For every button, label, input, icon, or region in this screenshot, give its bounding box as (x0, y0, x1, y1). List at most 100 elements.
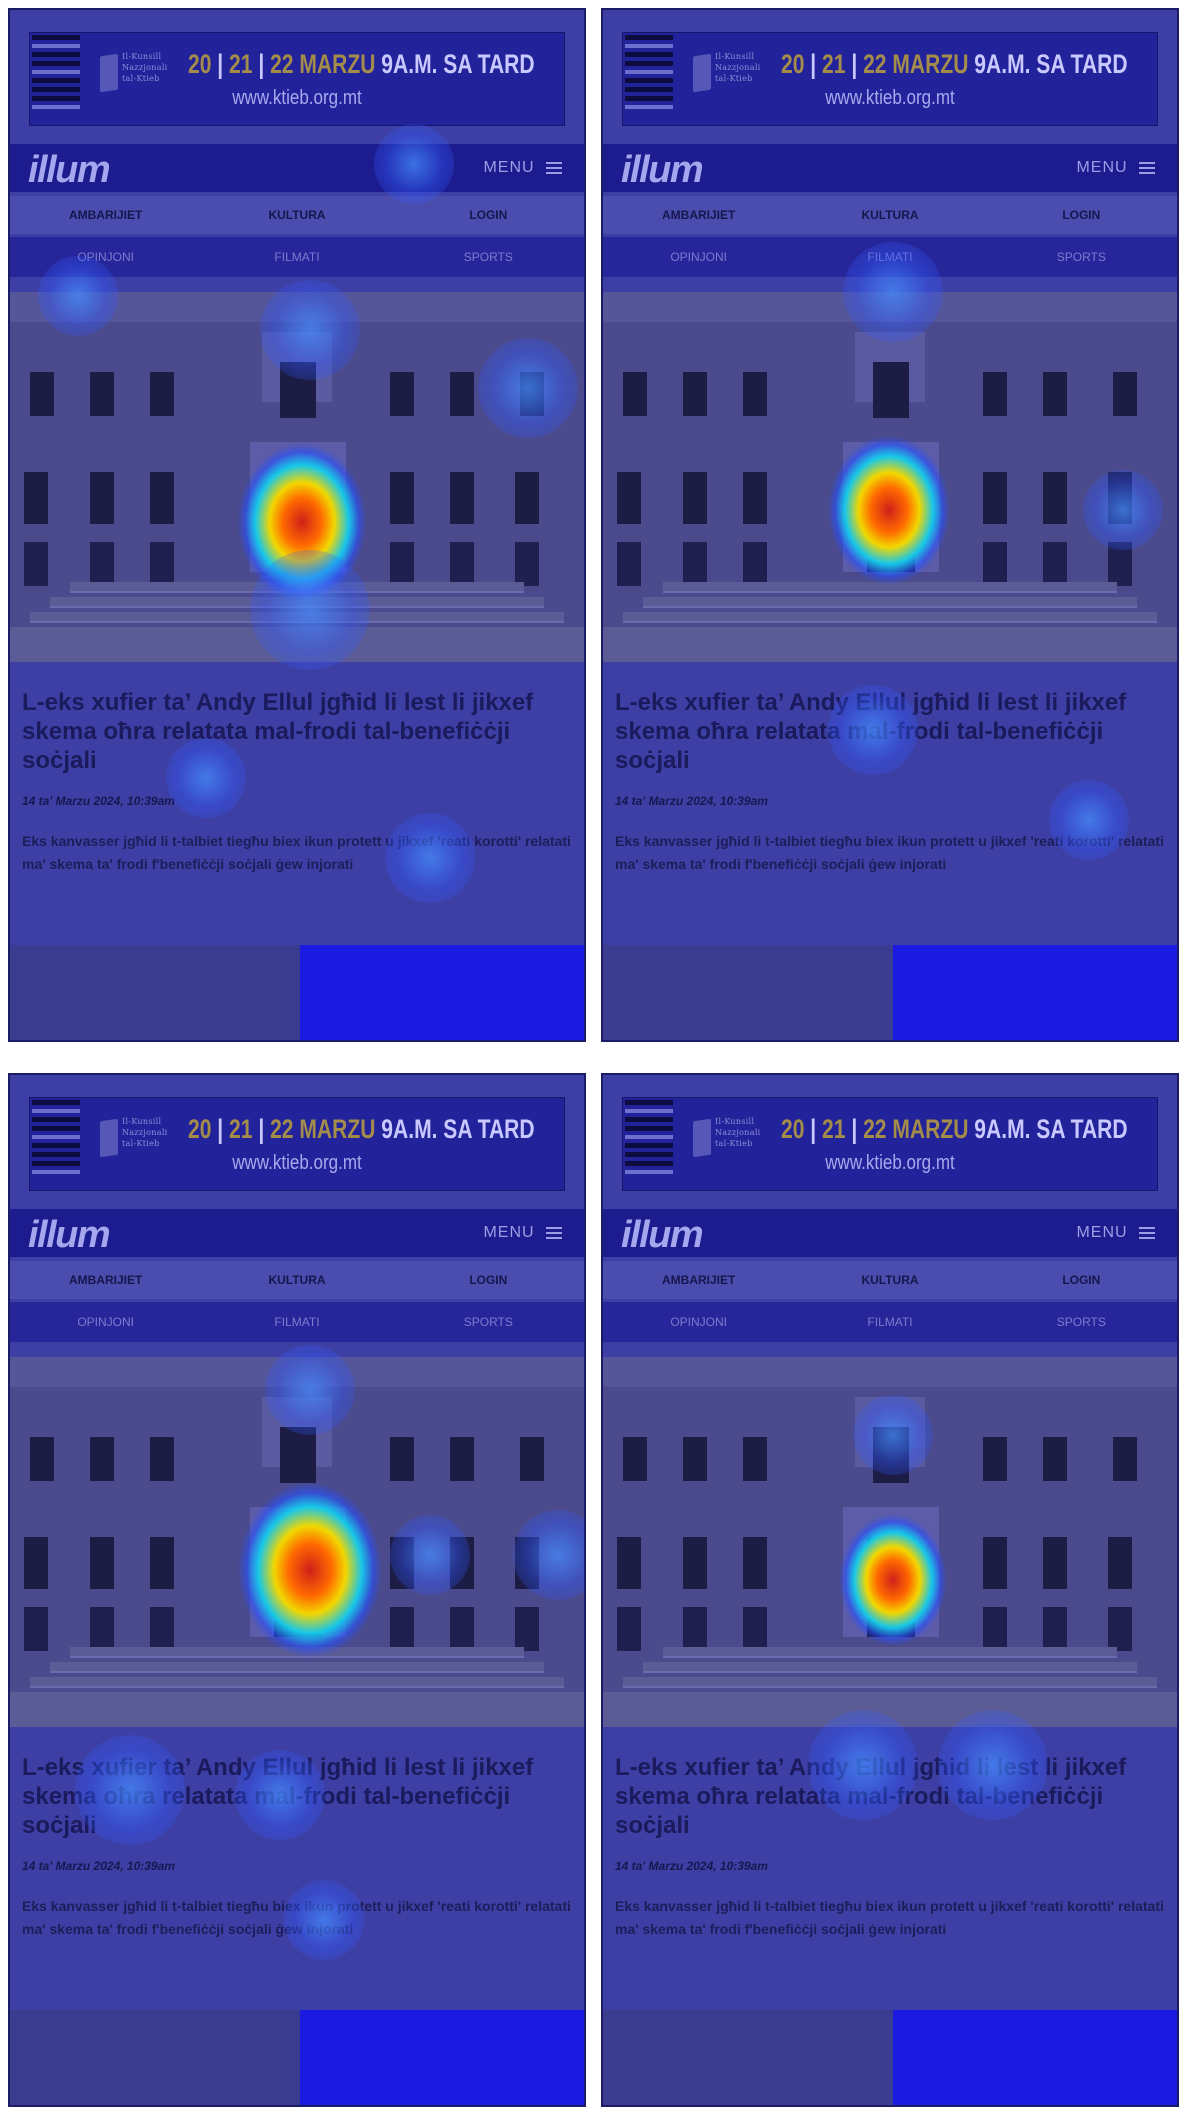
next-article-image[interactable] (603, 2010, 1177, 2105)
nav-link-kultura[interactable]: KULTURA (201, 196, 392, 234)
article-lead: Eks kanvasser jgħid li t-talbiet tiegħu … (22, 1898, 571, 1937)
nav-link-ambarijiet[interactable]: AMBARIJIET (603, 196, 794, 234)
nav-link-login[interactable]: LOGIN (986, 196, 1177, 234)
nav-link-kultura[interactable]: KULTURA (201, 1261, 392, 1299)
menu-label: MENU (1076, 159, 1128, 177)
hamburger-icon (1139, 1224, 1155, 1242)
banner-url[interactable]: www.ktieb.org.mt (70, 1152, 524, 1175)
article-teaser[interactable]: L-eks xufier ta’ Andy Ellul jgħid li les… (603, 662, 1177, 945)
site-header: illum MENU (603, 144, 1177, 192)
article-headline[interactable]: L-eks xufier ta’ Andy Ellul jgħid li les… (22, 1753, 574, 1840)
nav-link-filmati[interactable]: FILMATI (794, 1302, 985, 1342)
nav-link-login[interactable]: LOGIN (393, 1261, 584, 1299)
nav-link-kultura[interactable]: KULTURA (794, 1261, 985, 1299)
nav-link-kultura[interactable]: KULTURA (794, 196, 985, 234)
hamburger-icon (546, 1224, 562, 1242)
nav-row-1: AMBARIJIET KULTURA LOGIN (10, 1261, 584, 1299)
menu-label: MENU (1076, 1224, 1128, 1242)
nav-link-ambarijiet[interactable]: AMBARIJIET (10, 196, 201, 234)
article-date: 14 ta' Marzu 2024, 10:39am (615, 794, 768, 808)
banner-url[interactable]: www.ktieb.org.mt (70, 87, 524, 110)
article-date: 14 ta' Marzu 2024, 10:39am (22, 1859, 175, 1873)
nav-row-1: AMBARIJIET KULTURA LOGIN (603, 196, 1177, 234)
banner-url[interactable]: www.ktieb.org.mt (663, 87, 1117, 110)
nav-link-sports[interactable]: SPORTS (393, 237, 584, 277)
banner-date-3: 22 (863, 1114, 887, 1144)
banner-date-2: 21 (229, 49, 253, 79)
site-logo[interactable]: illum (621, 149, 704, 192)
nav-link-opinjoni[interactable]: OPINJONI (603, 237, 794, 277)
nav-link-login[interactable]: LOGIN (393, 196, 584, 234)
hero-image[interactable] (603, 292, 1177, 662)
nav-row-1: AMBARIJIET KULTURA LOGIN (10, 196, 584, 234)
hamburger-icon (1139, 159, 1155, 177)
banner-organization: Il-Kunsill Nazzjonali tal-Ktieb (715, 1117, 761, 1148)
screenshot-panel-bottom-left: Il-Kunsill Nazzjonali tal-Ktieb 20 | 21 … (8, 1073, 586, 2107)
screenshot-panel-top-right: Il-Kunsill Nazzjonali tal-Ktieb 20 | 21 … (601, 8, 1179, 1042)
nav-link-sports[interactable]: SPORTS (986, 237, 1177, 277)
menu-button[interactable]: MENU (1076, 159, 1155, 177)
banner-organization: Il-Kunsill Nazzjonali tal-Ktieb (122, 1117, 168, 1148)
banner-month: MARZU (892, 1114, 969, 1144)
article-headline[interactable]: L-eks xufier ta’ Andy Ellul jgħid li les… (22, 688, 574, 775)
harbour-photo (603, 2010, 893, 2105)
site-logo[interactable]: illum (28, 1214, 111, 1257)
nav-link-filmati[interactable]: FILMATI (201, 237, 392, 277)
next-article-image[interactable] (10, 945, 584, 1040)
banner-date-1: 20 (781, 1114, 805, 1144)
banner-dates: 20 | 21 | 22 MARZU 9A.M. SA TARD (781, 1114, 1128, 1144)
nav-link-login[interactable]: LOGIN (986, 1261, 1177, 1299)
article-teaser[interactable]: L-eks xufier ta’ Andy Ellul jgħid li les… (603, 1727, 1177, 2010)
hamburger-icon (546, 159, 562, 177)
ad-banner[interactable]: Il-Kunsill Nazzjonali tal-Ktieb 20 | 21 … (29, 1097, 565, 1191)
hero-image[interactable] (10, 1357, 584, 1727)
site-header: illum MENU (10, 144, 584, 192)
banner-date-1: 20 (188, 1114, 212, 1144)
nav-row-2: OPINJONI FILMATI SPORTS (10, 237, 584, 277)
site-header: illum MENU (10, 1209, 584, 1257)
next-article-image[interactable] (603, 945, 1177, 1040)
article-headline[interactable]: L-eks xufier ta’ Andy Ellul jgħid li les… (615, 688, 1167, 775)
banner-dates: 20 | 21 | 22 MARZU 9A.M. SA TARD (188, 49, 535, 79)
nav-link-opinjoni[interactable]: OPINJONI (10, 237, 201, 277)
ad-banner[interactable]: Il-Kunsill Nazzjonali tal-Ktieb 20 | 21 … (622, 32, 1158, 126)
hero-image[interactable] (10, 292, 584, 662)
ad-banner[interactable]: Il-Kunsill Nazzjonali tal-Ktieb 20 | 21 … (622, 1097, 1158, 1191)
nav-link-sports[interactable]: SPORTS (393, 1302, 584, 1342)
banner-url[interactable]: www.ktieb.org.mt (663, 1152, 1117, 1175)
nav-link-opinjoni[interactable]: OPINJONI (603, 1302, 794, 1342)
building-photo (300, 945, 584, 1040)
screenshot-panel-bottom-right: Il-Kunsill Nazzjonali tal-Ktieb 20 | 21 … (601, 1073, 1179, 2107)
menu-button[interactable]: MENU (1076, 1224, 1155, 1242)
site-logo[interactable]: illum (621, 1214, 704, 1257)
hero-image[interactable] (603, 1357, 1177, 1727)
site-logo[interactable]: illum (28, 149, 111, 192)
nav-link-sports[interactable]: SPORTS (986, 1302, 1177, 1342)
banner-date-2: 21 (822, 49, 846, 79)
banner-date-1: 20 (781, 49, 805, 79)
article-headline[interactable]: L-eks xufier ta’ Andy Ellul jgħid li les… (615, 1753, 1167, 1840)
menu-button[interactable]: MENU (483, 159, 562, 177)
building-photo (300, 2010, 584, 2105)
banner-month: MARZU (299, 49, 376, 79)
banner-organization: Il-Kunsill Nazzjonali tal-Ktieb (122, 52, 168, 83)
banner-date-2: 21 (229, 1114, 253, 1144)
banner-time: 9A.M. SA TARD (974, 49, 1128, 79)
article-date: 14 ta' Marzu 2024, 10:39am (615, 1859, 768, 1873)
nav-link-filmati[interactable]: FILMATI (794, 237, 985, 277)
nav-link-ambarijiet[interactable]: AMBARIJIET (10, 1261, 201, 1299)
banner-date-1: 20 (188, 49, 212, 79)
harbour-photo (603, 945, 893, 1040)
banner-dates: 20 | 21 | 22 MARZU 9A.M. SA TARD (781, 49, 1128, 79)
nav-link-opinjoni[interactable]: OPINJONI (10, 1302, 201, 1342)
nav-link-ambarijiet[interactable]: AMBARIJIET (603, 1261, 794, 1299)
banner-organization: Il-Kunsill Nazzjonali tal-Ktieb (715, 52, 761, 83)
menu-button[interactable]: MENU (483, 1224, 562, 1242)
article-teaser[interactable]: L-eks xufier ta’ Andy Ellul jgħid li les… (10, 662, 584, 945)
nav-link-filmati[interactable]: FILMATI (201, 1302, 392, 1342)
banner-date-3: 22 (270, 1114, 294, 1144)
next-article-image[interactable] (10, 2010, 584, 2105)
ad-banner[interactable]: Il-Kunsill Nazzjonali tal-Ktieb 20 | 21 … (29, 32, 565, 126)
banner-date-3: 22 (270, 49, 294, 79)
article-teaser[interactable]: L-eks xufier ta’ Andy Ellul jgħid li les… (10, 1727, 584, 2010)
